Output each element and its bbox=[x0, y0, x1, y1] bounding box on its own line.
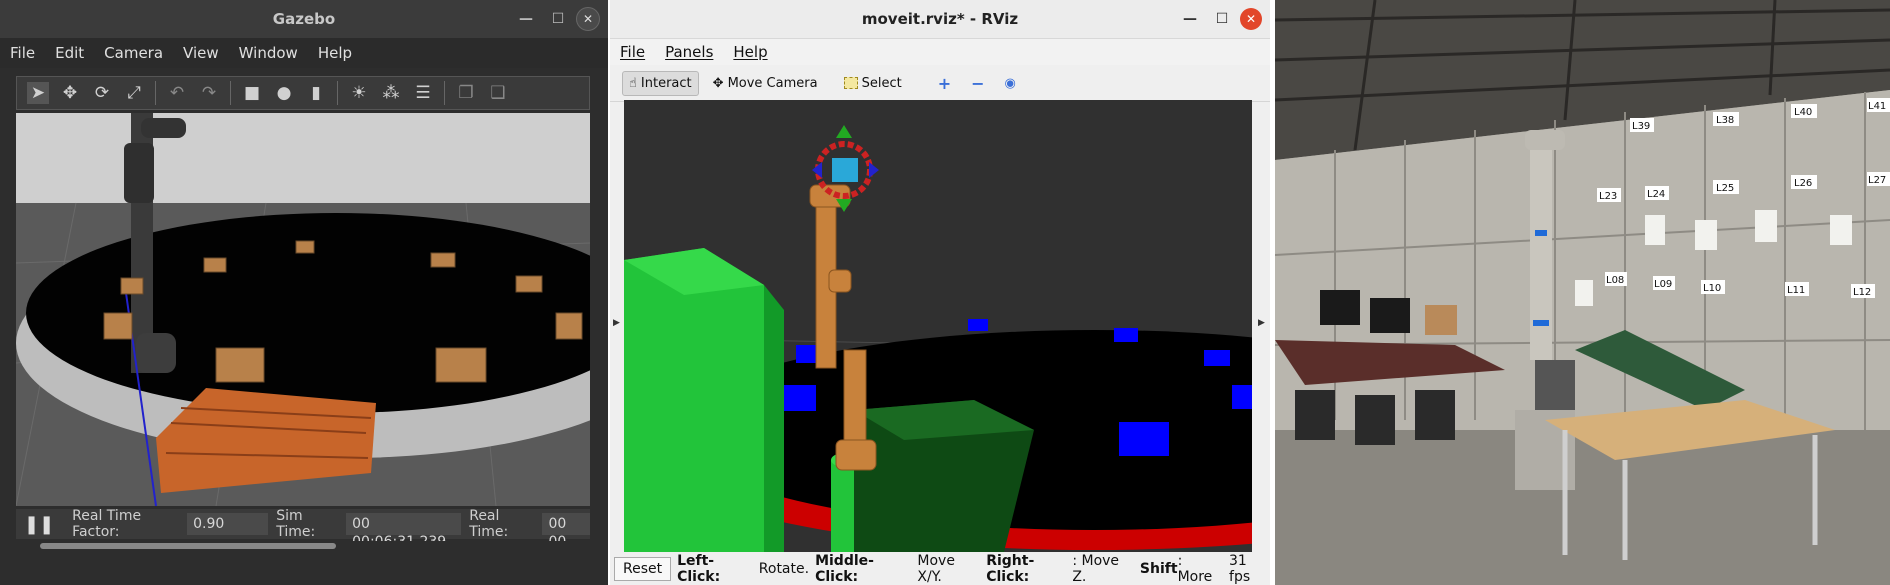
scrollbar-thumb[interactable] bbox=[40, 543, 336, 549]
locker-label: L08 bbox=[1606, 275, 1624, 286]
sphere-shape-icon[interactable]: ● bbox=[273, 82, 295, 104]
maximize-icon[interactable]: ☐ bbox=[544, 5, 572, 33]
gazebo-window: Gazebo — ☐ ✕ File Edit Camera View Windo… bbox=[0, 0, 608, 585]
interact-label: Interact bbox=[640, 75, 692, 91]
focus-tool-button[interactable]: ◉ bbox=[999, 72, 1022, 95]
locker-label: L41 bbox=[1868, 101, 1886, 112]
interact-tool-button[interactable]: ☝ Interact bbox=[622, 70, 699, 96]
shift-label: Shift bbox=[1139, 561, 1178, 577]
menu-help[interactable]: Help bbox=[308, 44, 362, 62]
gazebo-title: Gazebo bbox=[272, 10, 336, 28]
shift-action: : More bbox=[1177, 553, 1213, 585]
rviz-window: moveit.rviz* - RViz — ☐ ✕ File Panels He… bbox=[610, 0, 1270, 585]
camera-move-icon: ✥ bbox=[712, 75, 724, 91]
cylinder-shape-icon[interactable]: ▮ bbox=[305, 82, 327, 104]
locker-label: L10 bbox=[1703, 283, 1721, 294]
toolbar-divider bbox=[155, 81, 156, 105]
close-icon[interactable]: ✕ bbox=[1240, 8, 1262, 30]
right-panel-toggle-icon[interactable]: ▶ bbox=[1258, 318, 1265, 328]
fps-counter: 31 fps bbox=[1229, 553, 1251, 585]
rviz-title: moveit.rviz* - RViz bbox=[861, 10, 1019, 28]
real-time-label: Real Time: bbox=[469, 508, 509, 540]
menu-file[interactable]: File bbox=[0, 44, 45, 62]
left-panel-toggle-icon[interactable]: ▶ bbox=[613, 318, 620, 328]
locker-label: L12 bbox=[1853, 287, 1871, 298]
arrow-select-icon[interactable]: ➤ bbox=[27, 82, 49, 104]
undo-icon[interactable]: ↶ bbox=[166, 82, 188, 104]
gazebo-titlebar[interactable]: Gazebo — ☐ ✕ bbox=[0, 0, 608, 38]
move-camera-tool-button[interactable]: ✥ Move Camera bbox=[707, 72, 824, 95]
right-click-action: : Move Z. bbox=[1072, 553, 1120, 585]
locker-label: L25 bbox=[1716, 183, 1734, 194]
scale-icon[interactable]: ⤢ bbox=[123, 82, 145, 104]
copy-icon[interactable]: ❐ bbox=[455, 82, 477, 104]
menu-view[interactable]: View bbox=[173, 44, 229, 62]
gazebo-menubar: File Edit Camera View Window Help bbox=[0, 38, 608, 68]
real-time-value: 00 00 bbox=[542, 513, 590, 550]
spot-light-icon[interactable]: ☰ bbox=[412, 82, 434, 104]
menu-file[interactable]: File bbox=[610, 43, 655, 61]
menu-panels[interactable]: Panels bbox=[655, 43, 723, 61]
plus-icon: + bbox=[937, 73, 952, 93]
gazebo-toolbar: ➤ ✥ ⟳ ⤢ ↶ ↷ ■ ● ▮ ☀ ⁂ ☰ ❐ ❑ bbox=[16, 76, 590, 110]
gazebo-status-bar: ❚❚ Real Time Factor: 0.90 Sim Time: 00 0… bbox=[16, 508, 590, 550]
menu-help[interactable]: Help bbox=[723, 43, 777, 61]
toolbar-divider bbox=[444, 81, 445, 105]
left-click-action: Rotate. bbox=[758, 561, 810, 577]
toolbar-divider bbox=[337, 81, 338, 105]
gazebo-3d-viewport[interactable] bbox=[16, 113, 590, 506]
middle-click-action: Move X/Y. bbox=[917, 553, 955, 585]
minimize-icon[interactable]: — bbox=[1176, 5, 1204, 33]
minimize-icon[interactable]: — bbox=[512, 5, 540, 33]
gazebo-body: ➤ ✥ ⟳ ⤢ ↶ ↷ ■ ● ▮ ☀ ⁂ ☰ ❐ ❑ ❚❚ Real Time… bbox=[0, 68, 608, 585]
rviz-titlebar[interactable]: moveit.rviz* - RViz — ☐ ✕ bbox=[610, 0, 1270, 39]
horizontal-scrollbar[interactable] bbox=[16, 541, 590, 551]
sim-time-label: Sim Time: bbox=[276, 508, 316, 540]
reset-button[interactable]: Reset bbox=[614, 557, 672, 581]
pause-icon[interactable]: ❚❚ bbox=[24, 514, 54, 535]
remove-tool-button[interactable]: − bbox=[965, 70, 990, 97]
locker-label: L27 bbox=[1868, 175, 1886, 186]
paste-icon[interactable]: ❑ bbox=[487, 82, 509, 104]
rviz-menubar: File Panels Help bbox=[610, 39, 1270, 65]
hand-icon: ☝ bbox=[629, 75, 637, 91]
locker-label: L40 bbox=[1794, 107, 1812, 118]
select-box-icon bbox=[843, 77, 858, 89]
locker-label: L38 bbox=[1716, 115, 1734, 126]
maximize-icon[interactable]: ☐ bbox=[1208, 5, 1236, 33]
locker-label: L39 bbox=[1632, 121, 1650, 132]
locker-label: L09 bbox=[1654, 279, 1672, 290]
real-time-factor-value: 0.90 bbox=[187, 513, 269, 535]
locker-label: L26 bbox=[1794, 178, 1812, 189]
real-time-factor-label: Real Time Factor: bbox=[72, 508, 142, 540]
toolbar-divider bbox=[230, 81, 231, 105]
redo-icon[interactable]: ↷ bbox=[198, 82, 220, 104]
locker-label: L11 bbox=[1787, 285, 1805, 296]
menu-edit[interactable]: Edit bbox=[45, 44, 94, 62]
sun-light-icon[interactable]: ☀ bbox=[348, 82, 370, 104]
left-click-label: Left-Click: bbox=[677, 553, 721, 585]
close-icon[interactable]: ✕ bbox=[576, 7, 600, 31]
rotate-icon[interactable]: ⟳ bbox=[91, 82, 113, 104]
minus-icon: − bbox=[971, 73, 985, 93]
rviz-3d-viewport[interactable] bbox=[624, 100, 1252, 552]
rviz-toolbar: ☝ Interact ✥ Move Camera Select + − ◉ bbox=[610, 65, 1270, 102]
select-label: Select bbox=[861, 75, 902, 91]
menu-camera[interactable]: Camera bbox=[94, 44, 173, 62]
eye-icon: ◉ bbox=[1004, 75, 1016, 91]
sim-time-value: 00 00:06:31.239 bbox=[346, 513, 462, 550]
right-click-label: Right-Click: bbox=[986, 553, 1035, 585]
add-tool-button[interactable]: + bbox=[932, 70, 957, 97]
middle-click-label: Middle-Click: bbox=[815, 553, 874, 585]
menu-window[interactable]: Window bbox=[229, 44, 308, 62]
rviz-status-bar: Reset Left-Click: Rotate. Middle-Click: … bbox=[610, 553, 1270, 585]
select-tool-button[interactable]: Select bbox=[838, 72, 908, 95]
locker-label: L23 bbox=[1599, 191, 1617, 202]
point-light-icon[interactable]: ⁂ bbox=[380, 82, 402, 104]
box-shape-icon[interactable]: ■ bbox=[241, 82, 263, 104]
translate-icon[interactable]: ✥ bbox=[59, 82, 81, 104]
move-camera-label: Move Camera bbox=[727, 75, 818, 91]
lab-photo: L38 L39 L40 L41 L25 L26 L27 L23 L24 L10 … bbox=[1275, 0, 1890, 585]
locker-label: L24 bbox=[1647, 189, 1665, 200]
